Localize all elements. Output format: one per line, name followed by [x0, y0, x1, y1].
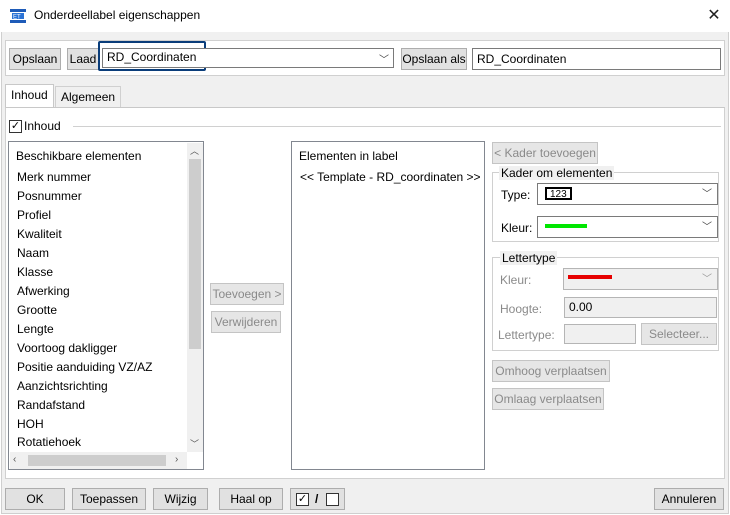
- preset-select[interactable]: RD_Coordinaten ﹀: [97, 41, 397, 71]
- inhoud-label: Inhoud: [24, 119, 61, 133]
- list-item[interactable]: Grootte: [17, 303, 57, 317]
- list-item[interactable]: Positie aanduiding VZ/AZ: [17, 360, 152, 374]
- font-family-input[interactable]: [564, 324, 636, 344]
- scroll-right-icon[interactable]: ›: [175, 454, 178, 465]
- vertical-scrollbar[interactable]: ︿ ﹀: [187, 143, 203, 452]
- move-up-button[interactable]: Omhoog verplaatsen: [492, 360, 610, 382]
- font-group-label: Lettertype: [500, 251, 558, 265]
- scroll-up-icon[interactable]: ︿: [190, 144, 199, 157]
- font-height-label: Hoogte:: [500, 302, 543, 316]
- save-as-name-input[interactable]: RD_Coordinaten: [472, 48, 721, 70]
- font-color-label: Kleur:: [500, 273, 532, 287]
- add-element-button[interactable]: Toevoegen >: [210, 283, 284, 305]
- horizontal-scrollbar[interactable]: ‹ ›: [10, 452, 187, 469]
- available-elements-header: Beschikbare elementen: [16, 149, 142, 163]
- label-elements-header: Elementen in label: [299, 149, 398, 163]
- list-item[interactable]: Kwaliteit: [17, 227, 62, 241]
- list-item[interactable]: Lengte: [17, 322, 54, 336]
- available-elements-list[interactable]: Beschikbare elementen Merk nummer Posnum…: [8, 141, 204, 470]
- save-as-button[interactable]: Opslaan als: [401, 48, 467, 70]
- frame-type-label: Type:: [501, 188, 531, 202]
- remove-element-button[interactable]: Verwijderen: [211, 311, 281, 333]
- close-icon: ✕: [707, 7, 721, 24]
- chevron-down-icon: ﹀: [702, 189, 712, 200]
- checked-box-icon: ✓: [296, 493, 309, 506]
- list-item[interactable]: Merk nummer: [17, 170, 91, 184]
- scrollbar-thumb[interactable]: [28, 455, 166, 466]
- modify-button[interactable]: Wijzig: [153, 488, 208, 510]
- frame-color-swatch: [545, 224, 587, 228]
- frame-group-label: Kader om elementen: [499, 166, 615, 180]
- window-title: Onderdeellabel eigenschappen: [34, 8, 201, 22]
- list-item[interactable]: Voortoog dakligger: [17, 341, 117, 355]
- unchecked-box-icon: [326, 493, 339, 506]
- list-item[interactable]: Aanzichtsrichting: [17, 379, 108, 393]
- chevron-down-icon: ﹀: [702, 222, 712, 233]
- toggle-all-checkboxes-button[interactable]: ✓ /: [290, 488, 345, 510]
- font-family-label: Lettertype:: [498, 328, 555, 342]
- label-elements-list[interactable]: Elementen in label << Template - RD_coor…: [291, 141, 485, 470]
- font-color-select[interactable]: ﹀: [563, 268, 718, 290]
- chevron-down-icon: ﹀: [702, 274, 712, 285]
- list-item[interactable]: Rotatiehoek: [17, 435, 81, 449]
- get-button[interactable]: Haal op: [219, 488, 283, 510]
- list-item[interactable]: HOH: [17, 417, 44, 431]
- scrollbar-thumb[interactable]: [189, 159, 201, 349]
- cancel-button[interactable]: Annuleren: [654, 488, 724, 510]
- title-bar: ET Onderdeellabel eigenschappen ✕: [0, 0, 730, 32]
- chevron-down-icon: ﹀: [379, 55, 389, 66]
- list-item[interactable]: Afwerking: [17, 284, 70, 298]
- ok-button[interactable]: OK: [5, 488, 65, 510]
- frame-type-select[interactable]: 123 ﹀: [537, 183, 718, 205]
- app-icon: ET: [10, 9, 26, 23]
- list-item[interactable]: Randafstand: [17, 398, 85, 412]
- load-button[interactable]: Laad: [67, 48, 99, 70]
- list-item[interactable]: Klasse: [17, 265, 53, 279]
- frame-type-preview: 123: [545, 187, 572, 200]
- font-height-input[interactable]: 0.00: [564, 297, 717, 318]
- select-font-button[interactable]: Selecteer...: [641, 323, 717, 345]
- scroll-left-icon[interactable]: ‹: [13, 454, 16, 465]
- list-item[interactable]: Profiel: [17, 208, 51, 222]
- svg-text:ET: ET: [13, 15, 21, 21]
- frame-color-select[interactable]: ﹀: [537, 216, 718, 238]
- frame-color-label: Kleur:: [501, 221, 533, 235]
- scroll-down-icon[interactable]: ﹀: [190, 437, 199, 450]
- font-color-swatch: [568, 275, 612, 279]
- save-button[interactable]: Opslaan: [9, 48, 61, 70]
- add-frame-button[interactable]: < Kader toevoegen: [492, 142, 598, 164]
- inhoud-divider: [73, 126, 721, 127]
- move-down-button[interactable]: Omlaag verplaatsen: [492, 388, 604, 410]
- list-item[interactable]: << Template - RD_coordinaten >>: [300, 170, 481, 184]
- preset-select-value: RD_Coordinaten: [107, 50, 197, 64]
- apply-button[interactable]: Toepassen: [72, 488, 146, 510]
- list-item[interactable]: Naam: [17, 246, 49, 260]
- list-item[interactable]: Posnummer: [17, 189, 82, 203]
- close-button[interactable]: ✕: [700, 4, 728, 28]
- inhoud-checkbox[interactable]: ✓: [9, 120, 22, 133]
- tab-algemeen[interactable]: Algemeen: [55, 86, 122, 108]
- tab-inhoud[interactable]: Inhoud: [5, 84, 54, 108]
- toggle-separator: /: [315, 492, 319, 506]
